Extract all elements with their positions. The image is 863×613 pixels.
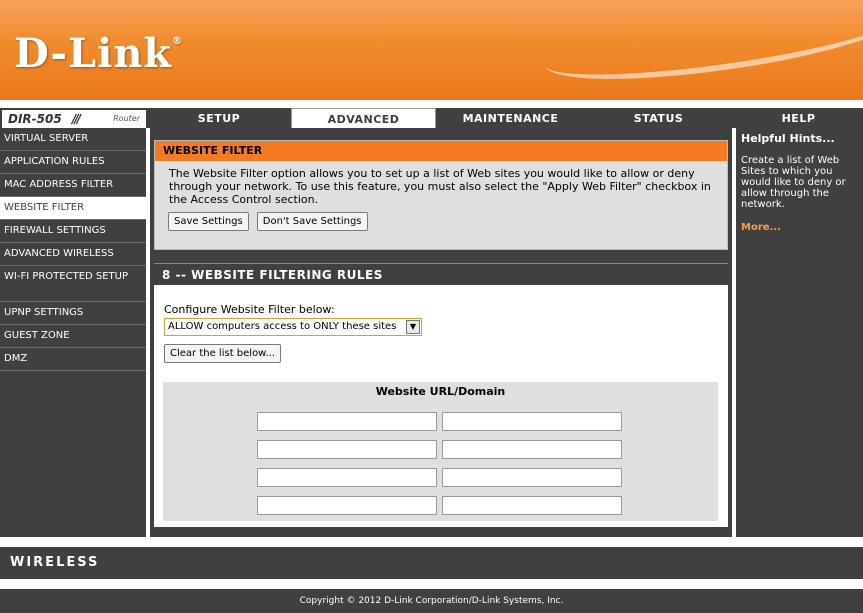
sidebar-item-virtual-server[interactable]: VIRTUAL SERVER (0, 128, 146, 151)
tab-setup[interactable]: SETUP (148, 108, 290, 130)
sidebar-item-application-rules[interactable]: APPLICATION RULES (0, 151, 146, 174)
wireless-logo: WIRELESS (10, 555, 100, 570)
logo-text: D-Link (14, 30, 173, 77)
tab-help[interactable]: HELP (734, 108, 863, 130)
copyright-footer: Copyright © 2012 D-Link Corporation/D-Li… (0, 589, 863, 613)
dlink-logo: D-Link® (14, 30, 183, 77)
help-text: Create a list of Web Sites to which you … (741, 155, 846, 210)
wireless-footer: WIRELESS (0, 547, 863, 579)
help-panel: Helpful Hints... Create a list of Web Si… (734, 128, 863, 537)
model-badge: DIR-505 /// Router (2, 110, 146, 128)
filter-mode-select[interactable]: ALLOW computers access to ONLY these sit… (164, 318, 422, 336)
model-slashes: /// (71, 112, 81, 126)
url-input-3[interactable] (257, 440, 437, 459)
tab-status[interactable]: STATUS (585, 108, 732, 130)
main-content: WEBSITE FILTER The Website Filter option… (150, 128, 732, 537)
sidebar-item-website-filter[interactable]: WEBSITE FILTER (0, 197, 146, 220)
help-title: Helpful Hints... (741, 132, 835, 145)
filter-mode-value: ALLOW computers access to ONLY these sit… (168, 321, 397, 332)
filter-button-row: Save Settings Don't Save Settings (155, 206, 727, 231)
registered-mark: ® (172, 36, 184, 47)
model-type: Router (113, 114, 140, 123)
filtering-rules-section: 8 -- WEBSITE FILTERING RULES Configure W… (154, 263, 728, 527)
top-navigation: DIR-505 /// Router SETUP ADVANCED MAINTE… (0, 106, 863, 130)
clear-list-button[interactable]: Clear the list below... (164, 344, 281, 363)
url-input-5[interactable] (257, 468, 437, 487)
chevron-down-icon[interactable]: ▼ (406, 320, 420, 334)
section-description: The Website Filter option allows you to … (169, 167, 711, 206)
url-input-6[interactable] (442, 468, 622, 487)
help-more-link[interactable]: More... (741, 222, 857, 233)
header-banner: D-Link® (0, 0, 863, 100)
sidebar-item-upnp-settings[interactable]: UPNP SETTINGS (0, 302, 146, 325)
configure-label: Configure Website Filter below: (164, 303, 335, 316)
url-table: Website URL/Domain (163, 382, 718, 521)
model-name: DIR-505 (8, 112, 62, 126)
url-input-2[interactable] (442, 412, 622, 431)
sidebar-item-dmz[interactable]: DMZ (0, 348, 146, 371)
url-input-7[interactable] (257, 496, 437, 515)
banner-swoosh (540, 0, 863, 95)
website-filter-section: WEBSITE FILTER The Website Filter option… (154, 140, 728, 250)
sidebar-item-advanced-wireless[interactable]: ADVANCED WIRELESS (0, 243, 146, 266)
url-input-4[interactable] (442, 440, 622, 459)
sidebar-item-guest-zone[interactable]: GUEST ZONE (0, 325, 146, 348)
tab-advanced[interactable]: ADVANCED (291, 108, 436, 130)
tab-maintenance[interactable]: MAINTENANCE (437, 108, 584, 130)
sidebar-item-wifi-protected-setup[interactable]: WI-FI PROTECTED SETUP (0, 266, 146, 302)
url-column-header: Website URL/Domain (375, 385, 506, 398)
save-settings-button[interactable]: Save Settings (168, 212, 249, 231)
sidebar: VIRTUAL SERVER APPLICATION RULES MAC ADD… (0, 128, 148, 537)
dont-save-settings-button[interactable]: Don't Save Settings (256, 212, 368, 231)
url-input-1[interactable] (257, 412, 437, 431)
sidebar-item-firewall-settings[interactable]: FIREWALL SETTINGS (0, 220, 146, 243)
rules-title: 8 -- WEBSITE FILTERING RULES (154, 263, 728, 285)
url-input-8[interactable] (442, 496, 622, 515)
section-title: WEBSITE FILTER (155, 141, 727, 161)
sidebar-item-mac-address-filter[interactable]: MAC ADDRESS FILTER (0, 174, 146, 197)
